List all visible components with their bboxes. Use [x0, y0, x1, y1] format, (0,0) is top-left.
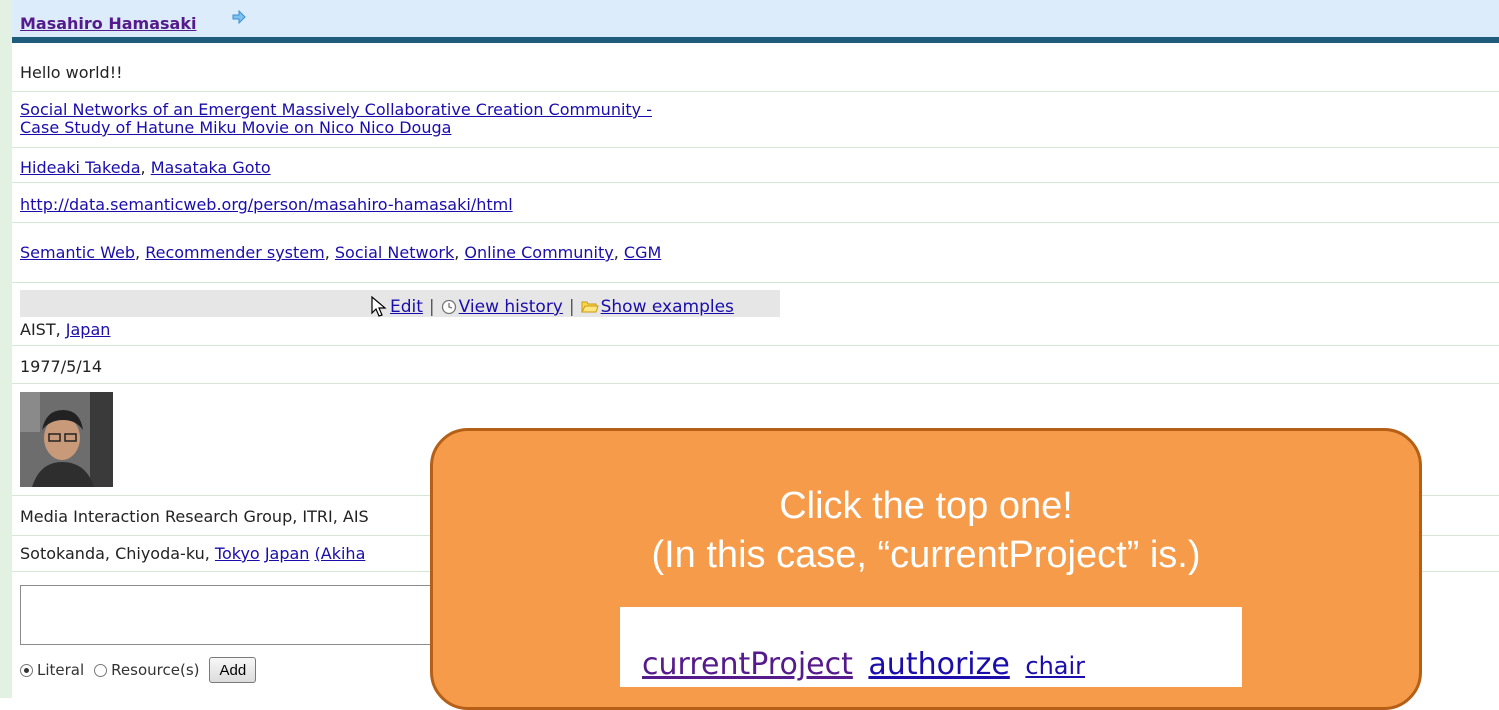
- city-link[interactable]: Tokyo: [215, 544, 260, 563]
- callout-links-box: currentProject authorize chair: [620, 607, 1242, 687]
- country-link[interactable]: Japan: [66, 320, 111, 339]
- birthday-row: 1977/5/14: [12, 346, 1499, 384]
- group-text: Media Interaction Research Group, ITRI, …: [20, 507, 369, 526]
- paper-row: Social Networks of an Emergent Massively…: [12, 92, 1499, 148]
- folder-icon: [580, 301, 599, 313]
- greeting-text: Hello world!!: [20, 63, 123, 82]
- coauthors: Hideaki Takeda, Masataka Goto: [20, 158, 271, 177]
- coauthors-row: Hideaki Takeda, Masataka Goto: [12, 148, 1499, 183]
- homepage-row: http://data.semanticweb.org/person/masah…: [12, 183, 1499, 223]
- area-link[interactable]: (Akiha: [315, 544, 366, 563]
- cursor-icon: [371, 296, 387, 317]
- profile-photo: [20, 392, 113, 487]
- address: Sotokanda, Chiyoda-ku, Tokyo Japan (Akih…: [20, 544, 366, 563]
- profile-name-link[interactable]: Masahiro Hamasaki: [20, 14, 196, 33]
- current-project-link[interactable]: currentProject: [642, 647, 853, 682]
- resource-radio[interactable]: [94, 663, 108, 677]
- edit-link[interactable]: Edit: [390, 297, 423, 317]
- add-button[interactable]: Add: [209, 657, 257, 683]
- value-input[interactable]: [20, 585, 440, 645]
- country-link[interactable]: Japan: [265, 544, 310, 563]
- coauthor-link[interactable]: Hideaki Takeda: [20, 158, 141, 177]
- callout-links: currentProject authorize chair: [642, 647, 1085, 682]
- show-examples-link[interactable]: Show examples: [601, 297, 734, 317]
- interest-link[interactable]: Social Network: [335, 243, 454, 262]
- arrow-right-icon[interactable]: [232, 10, 246, 24]
- interest-link[interactable]: CGM: [624, 243, 661, 262]
- edit-toolbar: Edit | View history | Show examples: [370, 296, 734, 318]
- resource-label: Resource(s): [111, 661, 200, 679]
- value-type-options: Literal Resource(s) Add: [20, 656, 257, 684]
- coauthor-link[interactable]: Masataka Goto: [151, 158, 271, 177]
- callout-text-line1: Click the top one!: [779, 485, 1073, 527]
- callout-text-line2: (In this case, “currentProject” is.): [651, 534, 1201, 576]
- interests-row: Semantic Web, Recommender system, Social…: [12, 223, 1499, 283]
- clock-icon: [441, 299, 456, 315]
- interests-list: Semantic Web, Recommender system, Social…: [20, 243, 662, 262]
- interest-link[interactable]: Semantic Web: [20, 243, 135, 262]
- chair-link[interactable]: chair: [1025, 652, 1085, 680]
- affiliation: AIST, Japan: [20, 320, 111, 339]
- literal-label: Literal: [37, 661, 85, 679]
- left-stripe: [0, 0, 12, 698]
- literal-radio[interactable]: [20, 663, 33, 677]
- interest-link[interactable]: Online Community: [464, 243, 613, 262]
- paper-title-line2[interactable]: Case Study of Hatune Miku Movie on Nico …: [20, 118, 451, 137]
- instruction-callout: Click the top one! (In this case, “curre…: [430, 428, 1422, 710]
- homepage-link[interactable]: http://data.semanticweb.org/person/masah…: [20, 195, 513, 214]
- view-history-link[interactable]: View history: [459, 297, 563, 317]
- profile-header: Masahiro Hamasaki: [12, 0, 1499, 43]
- interest-link[interactable]: Recommender system: [145, 243, 325, 262]
- greeting-row: Hello world!!: [12, 57, 1499, 92]
- paper-title-line1[interactable]: Social Networks of an Emergent Massively…: [20, 100, 652, 119]
- separator-comma: ,: [140, 158, 146, 177]
- authorize-link[interactable]: authorize: [868, 647, 1009, 682]
- birthday-text: 1977/5/14: [20, 357, 103, 376]
